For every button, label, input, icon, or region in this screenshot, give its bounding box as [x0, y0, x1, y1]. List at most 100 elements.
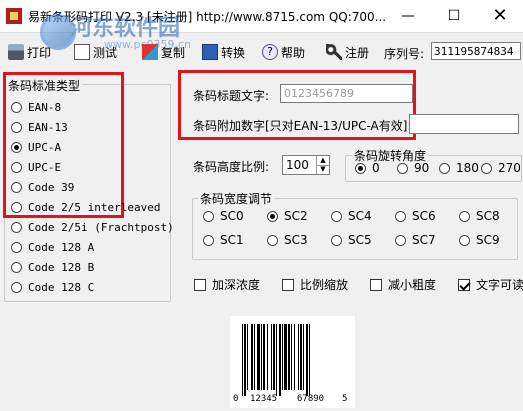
width-option-sc2-label: SC2	[284, 209, 308, 223]
help-button[interactable]: ? 帮助	[262, 43, 305, 61]
standard-option-4-label: Code 39	[28, 180, 75, 194]
height-spinbox[interactable]: 100 ▲ ▼	[282, 155, 330, 175]
barcode-digit-check: 5	[342, 394, 348, 404]
standard-option-8[interactable]: Code 128 B	[11, 257, 174, 277]
convert-label: 转换	[221, 45, 246, 60]
width-option-sc6[interactable]: SC6	[395, 209, 459, 223]
help-icon: ?	[262, 44, 278, 60]
standard-option-9-label: Code 128 C	[28, 280, 95, 294]
darken-checkbox[interactable]: 加深浓度	[194, 276, 260, 293]
text-readable-checkbox[interactable]: 文字可读	[458, 276, 523, 293]
maximize-icon[interactable]: ☐	[431, 0, 477, 32]
standard-option-3[interactable]: UPC-E	[11, 157, 174, 177]
width-option-sc8-label: SC8	[476, 209, 500, 223]
app-icon	[6, 8, 22, 24]
width-option-sc2[interactable]: SC2	[267, 209, 331, 223]
reduce-check-icon	[370, 278, 382, 291]
width-option-sc8[interactable]: SC8	[459, 209, 523, 223]
window-title: 易新条形码打印 V2.3 [未注册] http://www.8715.com Q…	[28, 10, 387, 24]
barcode-digits-right: 67890	[297, 394, 325, 404]
standard-option-2[interactable]: UPC-A	[11, 137, 174, 157]
width-option-sc0[interactable]: SC0	[203, 209, 267, 223]
width-option-sc4-label: SC4	[348, 209, 372, 223]
serial-input[interactable]: 311195874834	[431, 42, 521, 60]
width-option-sc5-label: SC5	[348, 233, 372, 247]
radio-icon	[267, 210, 278, 222]
radio-icon	[11, 221, 22, 233]
barcode-preview: 0 12345 67890 5	[230, 316, 355, 408]
printer-icon	[8, 44, 24, 60]
width-option-sc9[interactable]: SC9	[459, 233, 523, 247]
test-icon	[74, 44, 90, 60]
radio-icon	[11, 181, 22, 193]
scale-checkbox[interactable]: 比例缩放	[282, 276, 348, 293]
reduce-label: 减小粗度	[388, 278, 437, 292]
title-text-input[interactable]: 0123456789	[280, 84, 413, 103]
width-option-sc3[interactable]: SC3	[267, 233, 331, 247]
barcode-bar	[291, 324, 292, 390]
barcode-bar	[247, 324, 248, 390]
test-button[interactable]: 测试	[74, 43, 117, 61]
width-option-sc6-label: SC6	[412, 209, 436, 223]
close-icon[interactable]: ✕	[477, 0, 523, 32]
barcode-bar	[271, 324, 272, 390]
standard-option-0[interactable]: EAN-8	[11, 97, 174, 117]
spin-down-icon[interactable]: ▼	[316, 165, 329, 174]
barcode-bar	[261, 324, 262, 390]
minimize-icon[interactable]: —	[385, 0, 431, 32]
barcode-bar	[298, 324, 299, 390]
height-label: 条码高度比例:	[193, 160, 270, 174]
scale-check-icon	[282, 278, 294, 291]
barcode-bar	[273, 324, 275, 390]
standard-option-9[interactable]: Code 128 C	[11, 277, 174, 297]
width-option-sc1[interactable]: SC1	[203, 233, 267, 247]
radio-icon	[459, 234, 470, 246]
rotation-option-2[interactable]: 180	[439, 161, 481, 175]
radio-icon	[459, 210, 470, 222]
barcode-digit-lead: 0	[233, 394, 239, 404]
barcode-bar	[254, 324, 255, 390]
radio-icon	[395, 210, 406, 222]
standard-option-1[interactable]: EAN-13	[11, 117, 174, 137]
scale-label: 比例缩放	[300, 278, 349, 292]
radio-icon	[11, 121, 22, 133]
radio-icon	[439, 162, 450, 174]
reduce-checkbox[interactable]: 减小粗度	[370, 276, 436, 293]
barcode-bar	[303, 324, 304, 390]
barcode-bar	[284, 324, 287, 390]
width-row-1: SC0 SC2 SC4 SC6 SC8	[203, 209, 523, 223]
radio-icon	[11, 241, 22, 253]
rotation-option-3[interactable]: 270	[481, 161, 521, 175]
barcode-bar	[294, 324, 295, 390]
radio-icon	[395, 234, 406, 246]
width-option-sc4[interactable]: SC4	[331, 209, 395, 223]
width-row-2: SC1 SC3 SC5 SC7 SC9	[203, 233, 523, 247]
standard-option-7[interactable]: Code 128 A	[11, 237, 174, 257]
addon-digits-input[interactable]	[409, 114, 519, 134]
rotation-option-1[interactable]: 90	[397, 161, 439, 175]
print-button[interactable]: 打印	[8, 43, 51, 61]
standard-option-5[interactable]: Code 2/5 interleaved	[11, 197, 174, 217]
darken-label: 加深浓度	[212, 278, 261, 292]
standard-option-5-label: Code 2/5 interleaved	[28, 200, 161, 214]
test-label: 测试	[93, 45, 118, 60]
barcode-bar	[244, 324, 246, 396]
radio-icon	[203, 234, 214, 246]
width-option-sc1-label: SC1	[220, 233, 244, 247]
radio-icon	[481, 162, 492, 174]
standard-option-6[interactable]: Code 2/5i (Frachtpost)	[11, 217, 174, 237]
convert-button[interactable]: 转换	[202, 43, 245, 61]
radio-icon	[267, 234, 278, 246]
copy-button[interactable]: 复制	[142, 43, 185, 61]
register-button[interactable]: 注册	[326, 43, 369, 61]
width-option-sc7[interactable]: SC7	[395, 233, 459, 247]
standard-options: EAN-8 EAN-13 UPC-A UPC-E Code 39 Code 2/5 int…	[11, 97, 174, 297]
width-option-sc5[interactable]: SC5	[331, 233, 395, 247]
rotation-option-0[interactable]: 0	[355, 161, 397, 175]
barcode-bar	[257, 324, 260, 390]
barcode-image	[242, 324, 310, 396]
standard-option-4[interactable]: Code 39	[11, 177, 174, 197]
radio-icon	[397, 162, 408, 174]
width-group	[192, 198, 518, 260]
barcode-bar	[251, 324, 253, 390]
